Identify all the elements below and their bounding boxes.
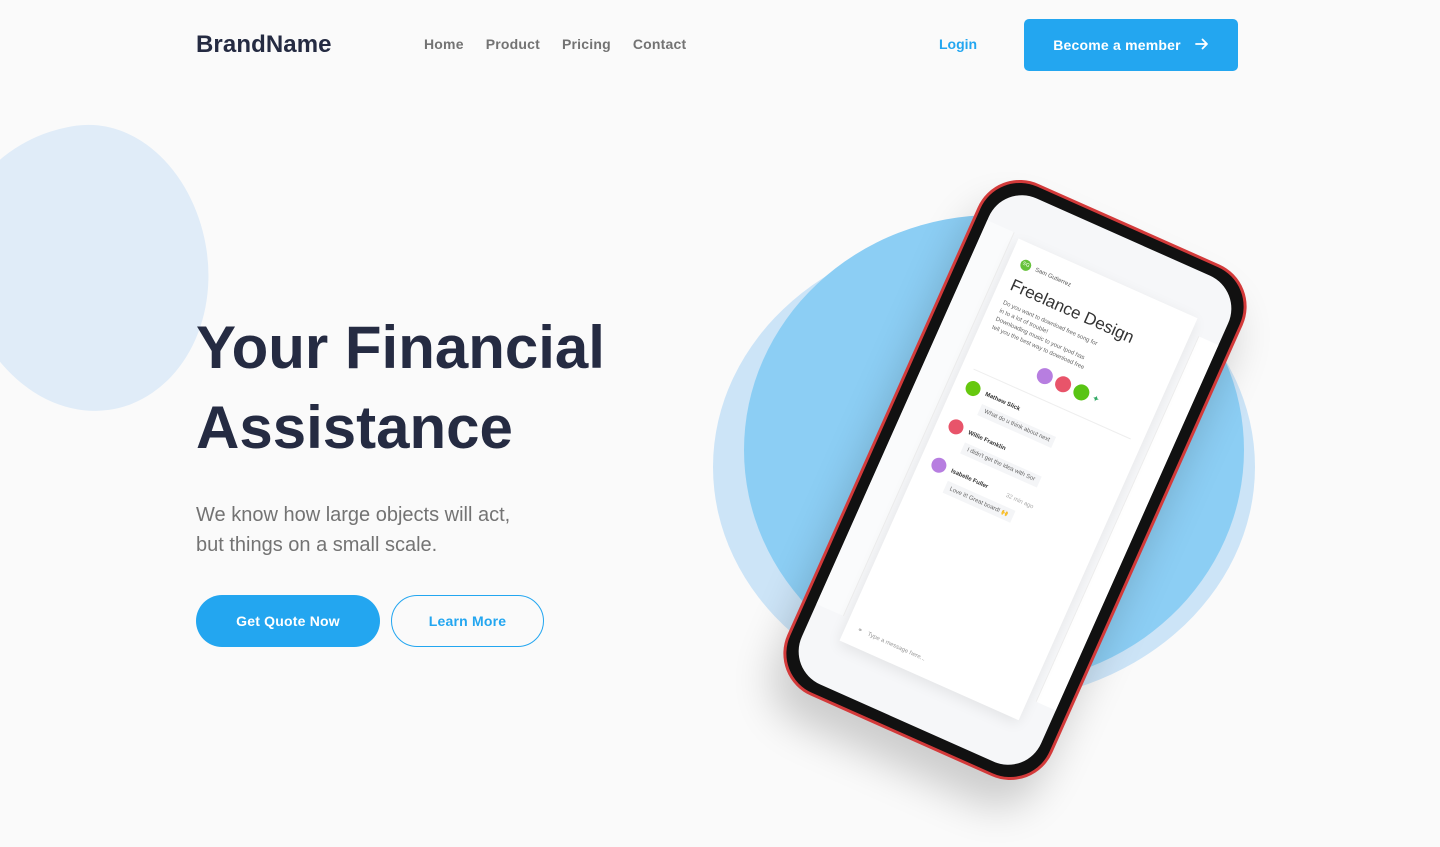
- get-quote-button[interactable]: Get Quote Now: [196, 595, 380, 647]
- avatar: [963, 378, 983, 399]
- avatar: [946, 417, 966, 437]
- nav-contact[interactable]: Contact: [633, 36, 687, 52]
- add-participant-icon[interactable]: ✦: [1090, 392, 1101, 405]
- top-navbar: BrandName Home Product Pricing Contact L…: [0, 0, 1440, 90]
- link-icon[interactable]: ⚭: [856, 626, 863, 635]
- avatar: [1052, 373, 1074, 395]
- become-member-label: Become a member: [1053, 37, 1181, 53]
- avatar: [1034, 365, 1056, 387]
- avatar: [929, 455, 949, 476]
- arrow-right-icon: [1194, 37, 1209, 53]
- main-nav: Home Product Pricing Contact: [424, 36, 686, 52]
- hero-subtitle: We know how large objects will act, but …: [196, 500, 596, 560]
- nav-home[interactable]: Home: [424, 36, 464, 52]
- hero-title: Your Financial Assistance: [196, 308, 696, 468]
- nav-product[interactable]: Product: [486, 36, 540, 52]
- author-name: Sam Gutierrez: [1034, 266, 1072, 289]
- hero-title-line: Assistance: [196, 394, 513, 461]
- composer-placeholder: Type a message here...: [866, 631, 927, 663]
- decorative-blob: [0, 110, 227, 428]
- brand-logo[interactable]: BrandName: [196, 31, 332, 59]
- nav-pricing[interactable]: Pricing: [562, 36, 611, 52]
- avatar: [1070, 381, 1092, 403]
- become-member-button[interactable]: Become a member: [1024, 19, 1238, 71]
- message-composer[interactable]: ⚭ Type a message here...: [856, 626, 926, 662]
- hero-subtitle-line: but things on a small scale.: [196, 534, 438, 556]
- author-avatar: SG: [1018, 258, 1034, 273]
- hero-title-line: Your Financial: [196, 314, 605, 381]
- hero-subtitle-line: We know how large objects will act,: [196, 504, 511, 526]
- learn-more-button[interactable]: Learn More: [391, 595, 544, 647]
- login-link[interactable]: Login: [939, 36, 977, 52]
